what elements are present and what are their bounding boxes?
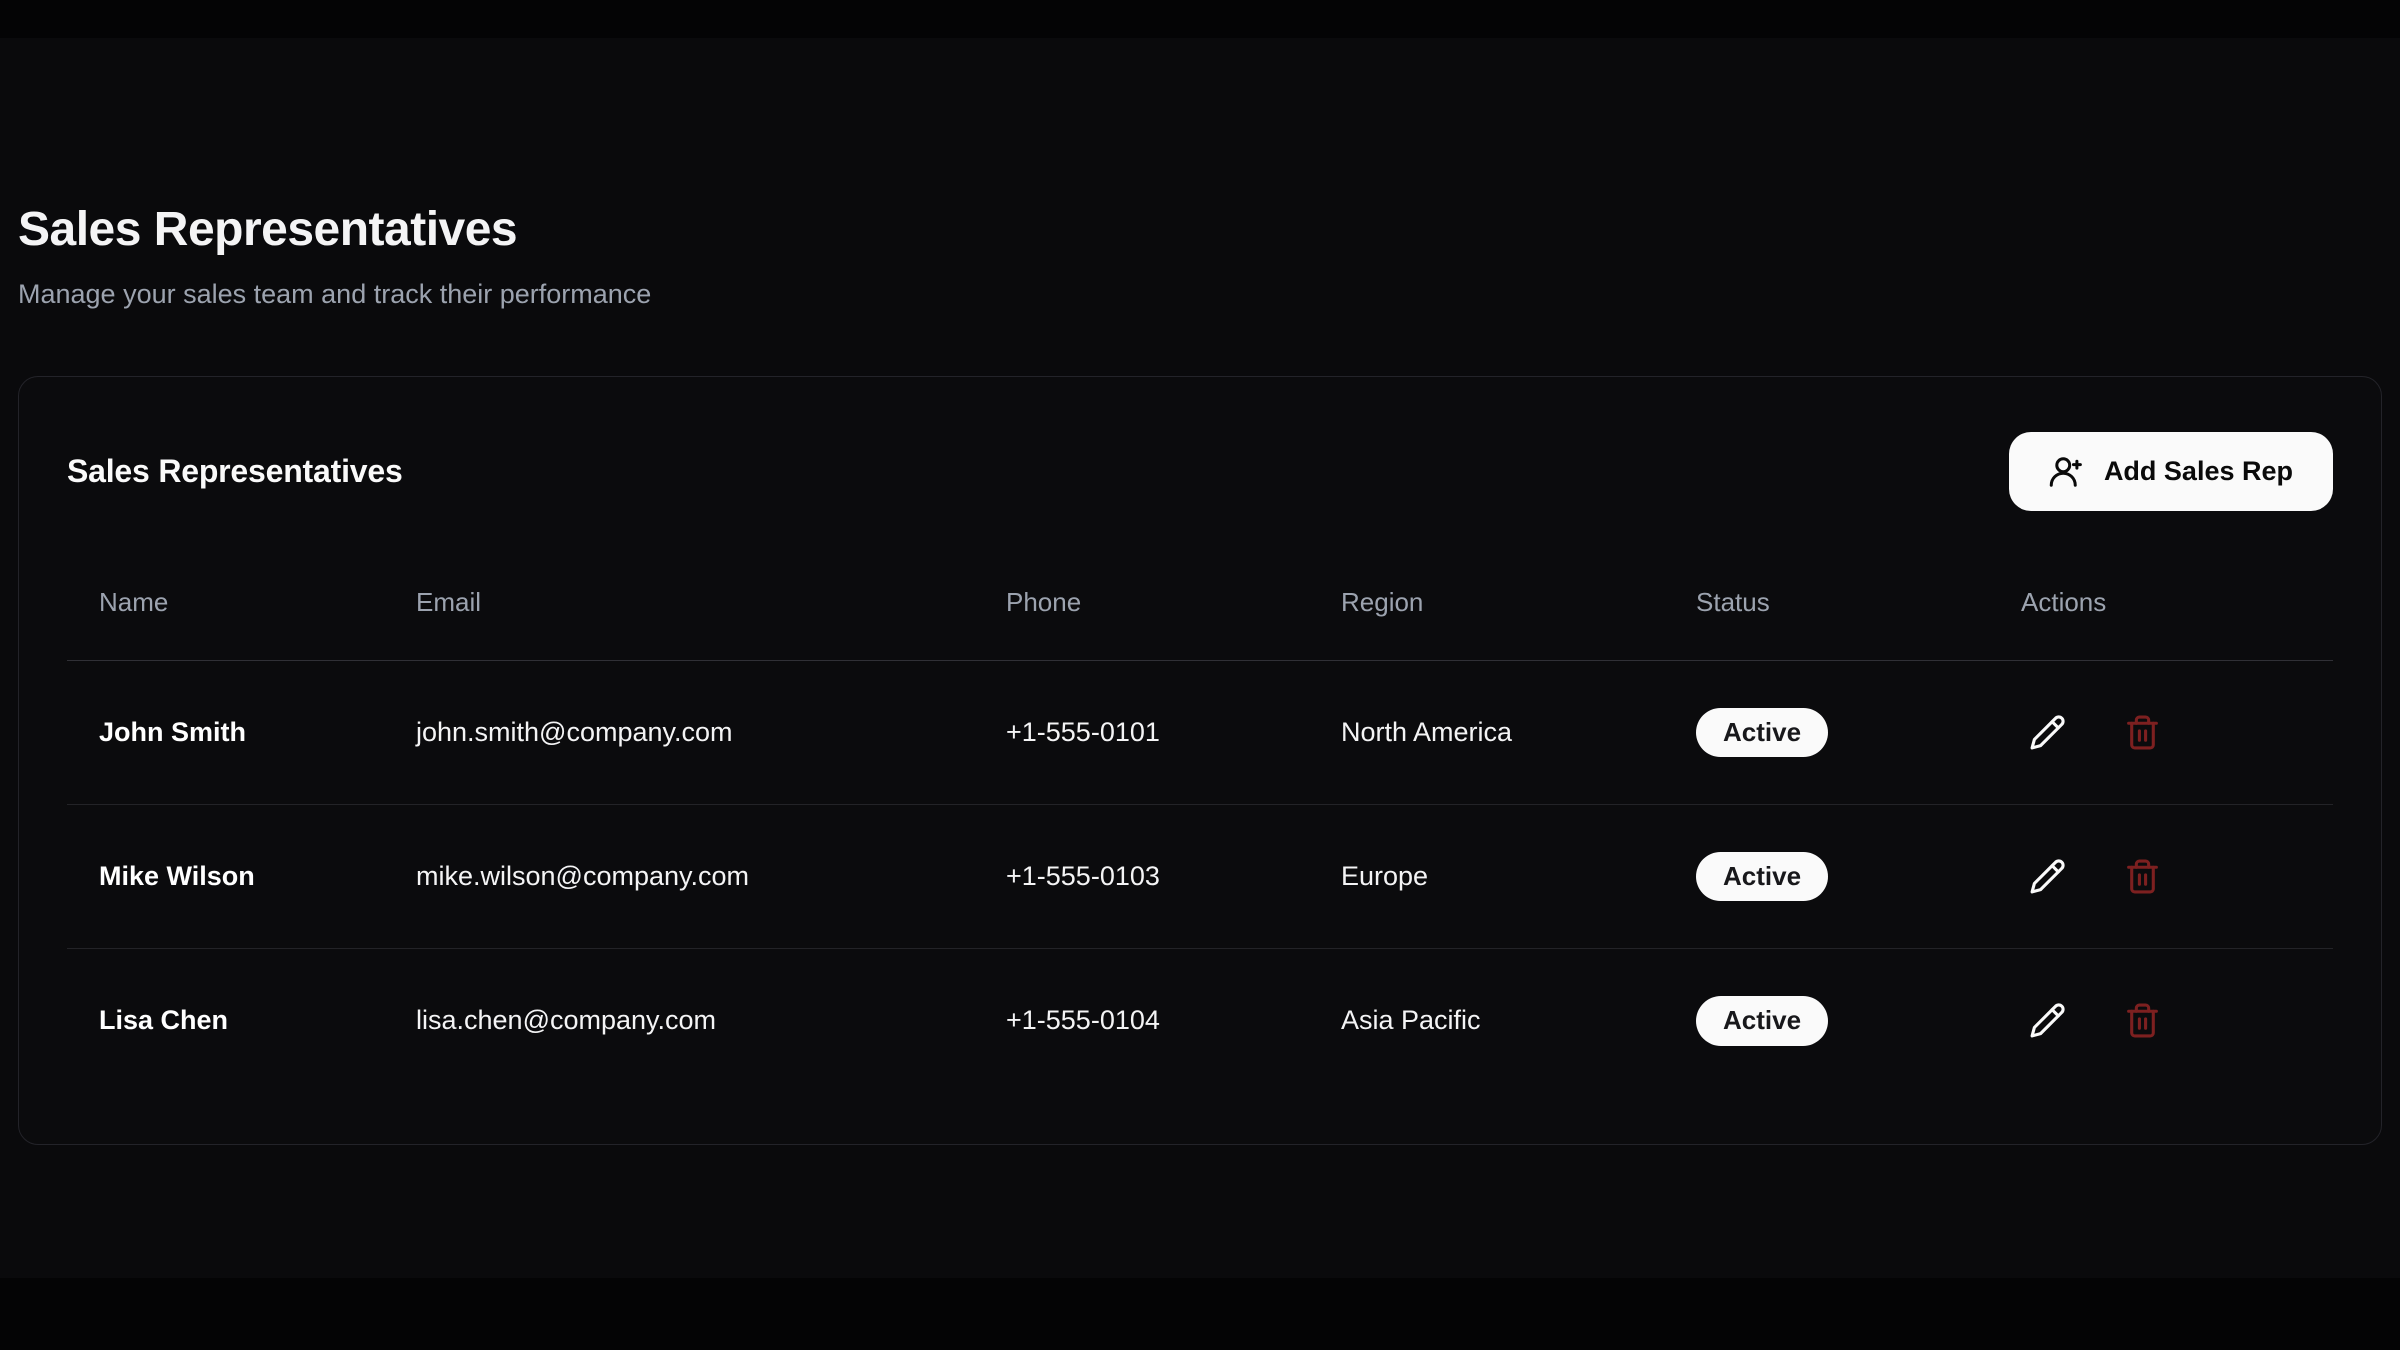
cell-actions [1989,661,2333,805]
column-header-email: Email [384,567,974,661]
cell-region: Asia Pacific [1309,949,1664,1093]
cell-status: Active [1664,661,1989,805]
cell-name: Lisa Chen [67,949,384,1093]
page: Sales Representatives Manage your sales … [0,0,2400,1350]
status-badge: Active [1696,996,1828,1046]
cell-phone: +1-555-0104 [974,949,1309,1093]
edit-button[interactable] [2029,1002,2066,1039]
pencil-icon [2029,714,2066,751]
column-header-name: Name [67,567,384,661]
status-badge: Active [1696,708,1828,758]
column-header-actions: Actions [1989,567,2333,661]
trash-icon [2124,858,2161,895]
user-plus-icon [2049,454,2085,490]
cell-email: john.smith@company.com [384,661,974,805]
card-header: Sales Representatives Add Sales Rep [67,432,2333,511]
cell-name: John Smith [67,661,384,805]
table-row: John Smith john.smith@company.com +1-555… [67,661,2333,805]
edit-button[interactable] [2029,714,2066,751]
add-sales-rep-label: Add Sales Rep [2104,456,2293,487]
edit-button[interactable] [2029,858,2066,895]
cell-region: North America [1309,661,1664,805]
sales-reps-table: Name Email Phone Region Status Actions J… [67,567,2333,1093]
sales-reps-card: Sales Representatives Add Sales Rep [18,376,2382,1145]
cell-name: Mike Wilson [67,805,384,949]
add-sales-rep-button[interactable]: Add Sales Rep [2009,432,2333,511]
cell-status: Active [1664,805,1989,949]
row-actions [2021,858,2301,895]
table-row: Lisa Chen lisa.chen@company.com +1-555-0… [67,949,2333,1093]
top-strip [0,0,2400,38]
column-header-phone: Phone [974,567,1309,661]
status-badge: Active [1696,852,1828,902]
cell-phone: +1-555-0103 [974,805,1309,949]
cell-actions [1989,949,2333,1093]
card-title: Sales Representatives [67,453,403,490]
trash-icon [2124,714,2161,751]
cell-email: mike.wilson@company.com [384,805,974,949]
delete-button[interactable] [2124,858,2161,895]
page-title: Sales Representatives [18,200,2382,260]
cell-email: lisa.chen@company.com [384,949,974,1093]
pencil-icon [2029,858,2066,895]
row-actions [2021,1002,2301,1039]
table-row: Mike Wilson mike.wilson@company.com +1-5… [67,805,2333,949]
cell-actions [1989,805,2333,949]
table-header-row: Name Email Phone Region Status Actions [67,567,2333,661]
cell-status: Active [1664,949,1989,1093]
cell-region: Europe [1309,805,1664,949]
bottom-strip [0,1278,2400,1350]
cell-phone: +1-555-0101 [974,661,1309,805]
row-actions [2021,714,2301,751]
main-content: Sales Representatives Manage your sales … [0,38,2400,1278]
pencil-icon [2029,1002,2066,1039]
trash-icon [2124,1002,2161,1039]
page-subtitle: Manage your sales team and track their p… [18,276,2382,312]
column-header-region: Region [1309,567,1664,661]
column-header-status: Status [1664,567,1989,661]
delete-button[interactable] [2124,714,2161,751]
delete-button[interactable] [2124,1002,2161,1039]
